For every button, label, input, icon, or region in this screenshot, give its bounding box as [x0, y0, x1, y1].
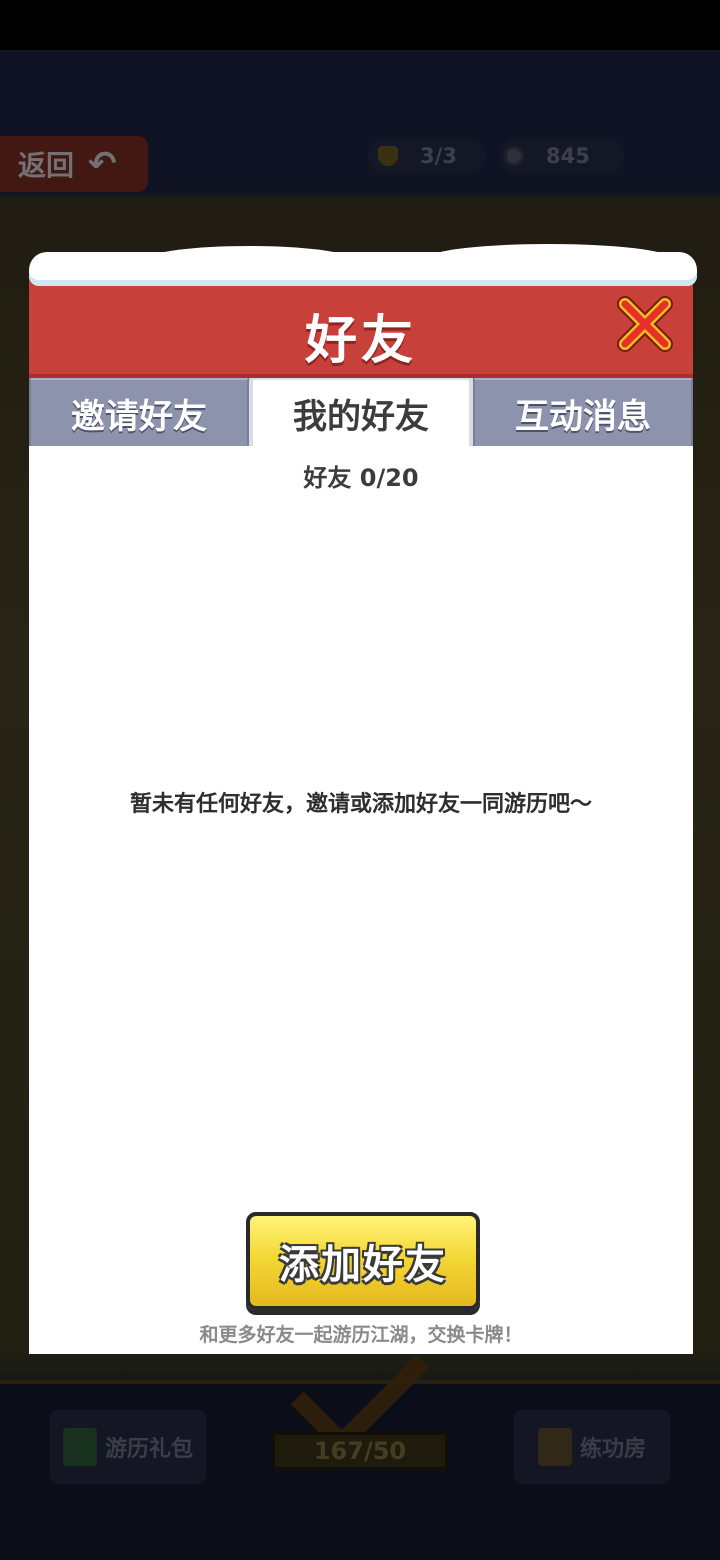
status-bar: [0, 0, 720, 50]
close-icon: [617, 296, 673, 352]
footer-tip: 和更多好友一起游历江湖，交换卡牌！: [199, 1324, 523, 1346]
snow-bump: [149, 246, 349, 272]
tab-interaction-messages[interactable]: 互动消息: [473, 376, 693, 446]
friends-dialog: 好友 邀请好友 我的好友 互动消息 好友 0/20 暂未有任何好友，邀请或添加好…: [29, 244, 697, 1354]
tab-invite-friends[interactable]: 邀请好友: [29, 376, 249, 446]
tab-my-friends[interactable]: 我的好友: [249, 376, 473, 446]
dialog-title: 好友: [304, 311, 417, 371]
friend-count: 好友 0/20: [303, 464, 419, 492]
tab-label: 邀请好友: [71, 396, 207, 437]
friends-list-panel: 好友 0/20 暂未有任何好友，邀请或添加好友一同游历吧～ 添加好友 和更多好友…: [29, 446, 693, 1354]
add-friend-button[interactable]: 添加好友: [246, 1212, 480, 1310]
tab-bar: 邀请好友 我的好友 互动消息: [29, 376, 693, 446]
tab-label: 我的好友: [293, 396, 429, 437]
tab-label: 互动消息: [515, 396, 651, 437]
add-friend-label: 添加好友: [279, 1242, 447, 1288]
snow-bump: [429, 244, 669, 272]
close-button[interactable]: [615, 294, 675, 354]
empty-state-message: 暂未有任何好友，邀请或添加好友一同游历吧～: [129, 792, 592, 817]
dialog-header: 好友: [29, 272, 693, 378]
